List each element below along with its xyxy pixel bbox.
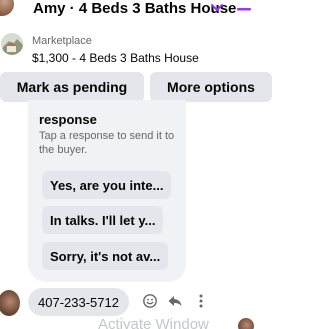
mark-as-pending-button[interactable]: Mark as pending (0, 72, 144, 102)
marketplace-label: Marketplace (32, 35, 92, 47)
message-bubble[interactable]: 407-233-5712 (28, 288, 129, 316)
suggested-reply-yes[interactable]: Yes, are you inte... (42, 171, 172, 199)
avatar[interactable] (0, 0, 14, 16)
minimize-icon[interactable] (235, 2, 253, 16)
sender-avatar (0, 290, 20, 316)
more-icon[interactable] (193, 293, 209, 309)
suggested-reply-in-talks[interactable]: In talks. I'll let y... (42, 206, 164, 234)
listing-info[interactable]: Marketplace $1,300 - 4 Beds 3 Baths Hous… (0, 33, 265, 67)
chat-title[interactable]: Amy · 4 Beds 3 Baths House (33, 0, 236, 17)
card-title: response (39, 112, 97, 127)
card-subtitle: Tap a response to send it to the buyer. (39, 130, 175, 156)
more-options-button[interactable]: More options (150, 72, 272, 102)
smile-icon[interactable] (142, 293, 158, 309)
suggested-reply-sorry[interactable]: Sorry, it's not av... (42, 242, 169, 270)
chat-header: Amy · 4 Beds 3 Baths House (0, 0, 265, 24)
reply-icon[interactable] (167, 293, 183, 309)
listing-thumbnail (1, 33, 23, 55)
read-receipt-avatar (238, 318, 254, 329)
suggested-responses-card: response Tap a response to send it to th… (28, 100, 186, 282)
chevron-down-icon[interactable] (209, 0, 225, 16)
activate-windows-watermark: Activate Window (98, 316, 209, 329)
listing-title: $1,300 - 4 Beds 3 Baths House (32, 51, 199, 65)
